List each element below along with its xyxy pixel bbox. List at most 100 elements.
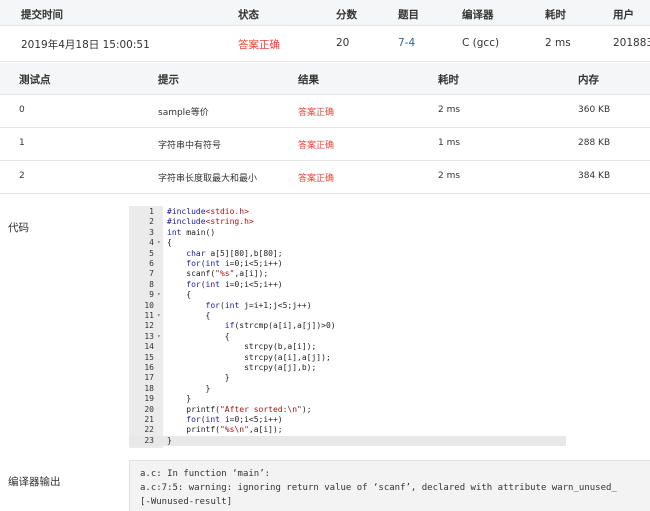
line-number: 4 — [149, 238, 154, 248]
compiler-output-label: 编译器输出 — [8, 476, 61, 488]
fold-toggle-icon[interactable]: ▾ — [157, 332, 161, 342]
test-memory: 288 KB — [578, 138, 611, 148]
line-number: 5 — [149, 248, 154, 258]
compiler-output-box: a.c: In function ‘main’: a.c:7:5: warnin… — [129, 460, 650, 511]
test-hint: 字符串长度取最大和最小 — [158, 174, 258, 184]
code-text: if(strcmp(a[i],a[j])>0) — [224, 321, 336, 331]
test-row: 1 字符串中有符号 答案正确 1 ms 288 KB — [0, 128, 650, 161]
line-number: 20 — [144, 404, 154, 414]
duration-value: 2 ms — [545, 37, 571, 49]
code-text: for(int i=0;i<5;i++) — [186, 259, 283, 268]
test-hint: 字符串中有符号 — [158, 141, 222, 151]
line-number: 10 — [144, 300, 154, 310]
code-text: { — [167, 331, 230, 341]
code-text: for(int i=0;i<5;i++) — [186, 279, 283, 289]
test-time: 2 ms — [438, 105, 461, 115]
code-line: 21 for(int i=0;i<5;i++) — [129, 415, 566, 425]
code-text: for(int j=i+1;j<5;j++) — [205, 300, 312, 310]
line-number: 14 — [144, 342, 154, 352]
code-line: 16 strcpy(a[j],b); — [129, 363, 566, 373]
compiler-value: C (gcc) — [462, 37, 500, 49]
problem-link[interactable]: 7-4 — [398, 37, 415, 49]
code-line: 17 } — [129, 373, 566, 383]
test-memory: 384 KB — [578, 171, 611, 181]
code-line: 10 for(int j=i+1;j<5;j++) — [129, 301, 566, 311]
line-number: 1 — [149, 207, 154, 216]
line-number: 23 — [144, 435, 154, 445]
line-number: 19 — [144, 394, 154, 404]
code-line: 9 ▾ { — [129, 290, 566, 300]
header-status: 状态 — [238, 9, 259, 21]
code-text: printf("After sorted:\n"); — [167, 404, 312, 414]
code-text: { — [167, 290, 192, 300]
code-text: for(int i=0;i<5;i++) — [186, 415, 283, 424]
code-text: { — [167, 238, 172, 248]
code-line: 19 } — [129, 394, 566, 404]
test-result: 答案正确 — [298, 174, 335, 184]
code-text: printf("%s\n",a[i]); — [167, 425, 283, 435]
code-line: 18 } — [129, 384, 566, 394]
line-number: 16 — [144, 363, 154, 372]
submission-header-row: 提交时间 状态 分数 题目 编译器 耗时 用户 — [0, 0, 650, 26]
code-line: 2 #include<string.h> — [129, 217, 566, 227]
submit-time: 2019年4月18日 15:00:51 — [21, 39, 150, 51]
code-label: 代码 — [8, 222, 29, 234]
code-line: 6 for(int i=0;i<5;i++) — [129, 259, 566, 269]
compiler-output-line: a.c:7:5: warning: ignoring return value … — [140, 483, 617, 493]
line-number: 9 — [149, 290, 154, 300]
fold-toggle-icon[interactable]: ▾ — [157, 311, 161, 321]
test-row: 0 sample等价 答案正确 2 ms 360 KB — [0, 95, 650, 128]
code-line: 22 printf("%s\n",a[i]); — [129, 425, 566, 435]
code-line: 15 strcpy(a[i],a[j]); — [129, 353, 566, 363]
line-number: 21 — [144, 415, 154, 424]
code-text: { — [167, 311, 211, 320]
code-text: strcpy(b,a[i]); — [167, 342, 317, 352]
submission-table: 提交时间 状态 分数 题目 编译器 耗时 用户 2019年4月18日 15:00… — [0, 0, 650, 62]
test-time: 2 ms — [438, 171, 461, 181]
header-memory: 内存 — [578, 74, 599, 86]
code-text: scanf("%s",a[i]); — [167, 269, 269, 279]
line-number: 22 — [144, 425, 154, 435]
header-compiler: 编译器 — [462, 9, 494, 21]
header-result: 结果 — [298, 74, 319, 86]
code-text: int main() — [167, 227, 216, 237]
fold-toggle-icon[interactable]: ▾ — [157, 290, 161, 300]
code-line: 11 ▾ { — [129, 311, 566, 321]
code-line: 3 int main() — [129, 228, 566, 238]
code-viewer[interactable]: 1 #include<stdio.h> 2 #include<string.h> 3 in… — [129, 206, 566, 448]
code-text: #include<stdio.h> — [167, 207, 249, 216]
line-number: 12 — [144, 321, 154, 331]
code-line: 12 if(strcmp(a[i],a[j])>0) — [129, 321, 566, 331]
test-points-table: 测试点 提示 结果 耗时 内存 0 sample等价 答案正确 2 ms 360… — [0, 63, 650, 194]
line-number: 15 — [144, 352, 154, 362]
code-text: char a[5][80],b[80]; — [186, 248, 283, 258]
line-number: 6 — [149, 259, 154, 268]
code-line: 4 ▾ { — [129, 238, 566, 248]
score-value: 20 — [336, 37, 350, 49]
code-line: 1 #include<stdio.h> — [129, 207, 566, 217]
test-row: 2 字符串长度取最大和最小 答案正确 2 ms 384 KB — [0, 161, 650, 194]
code-line: 14 strcpy(b,a[i]); — [129, 342, 566, 352]
user-value[interactable]: 201883 — [613, 37, 650, 49]
compiler-output-line: a.c: In function ‘main’: — [140, 469, 271, 479]
code-text: strcpy(a[j],b); — [167, 363, 317, 372]
code-text: } — [167, 435, 172, 445]
header-hint: 提示 — [158, 74, 179, 86]
compiler-output-line: [-Wunused-result] — [140, 497, 233, 507]
line-number: 18 — [144, 383, 154, 393]
header-time: 耗时 — [438, 74, 459, 86]
line-number: 8 — [149, 279, 154, 289]
header-test-point: 测试点 — [19, 74, 51, 86]
code-line: 23} — [129, 435, 566, 447]
code-text: } — [167, 383, 211, 393]
line-number: 11 — [144, 311, 154, 320]
test-hint: sample等价 — [158, 108, 209, 118]
test-result: 答案正确 — [298, 141, 335, 151]
fold-toggle-icon[interactable]: ▾ — [157, 238, 161, 248]
header-user: 用户 — [613, 9, 634, 21]
line-number: 13 — [144, 331, 154, 341]
status-badge: 答案正确 — [238, 39, 280, 51]
code-line: 5 char a[5][80],b[80]; — [129, 249, 566, 259]
header-problem: 题目 — [398, 9, 419, 21]
line-number: 3 — [149, 227, 154, 237]
